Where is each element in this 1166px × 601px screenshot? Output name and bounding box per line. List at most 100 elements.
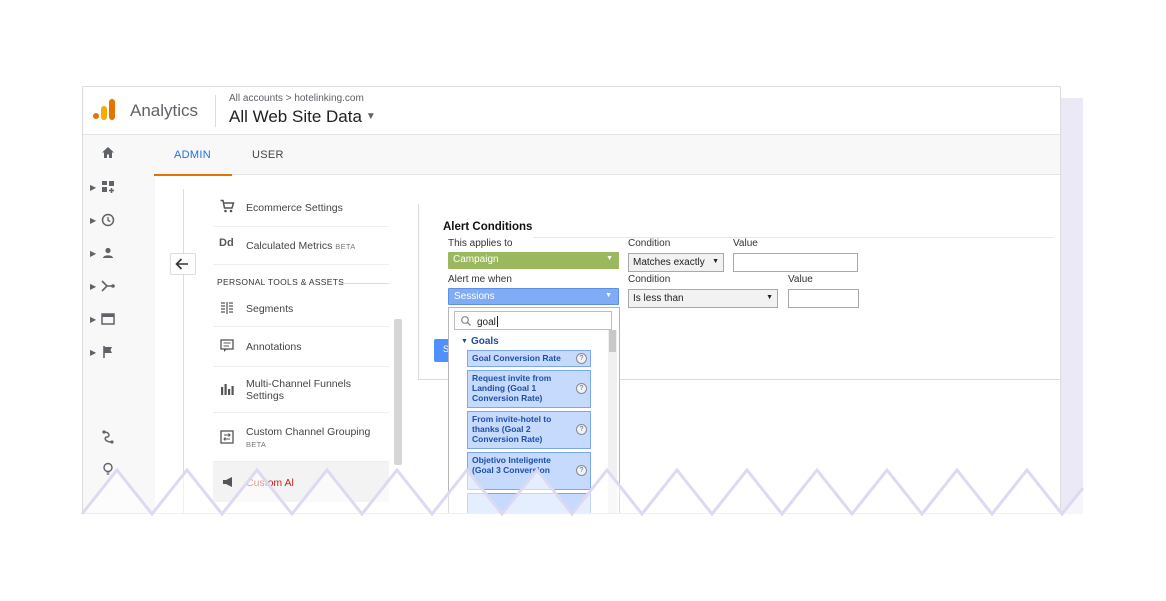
- goal-option-label: Goal Conversion Rate: [472, 353, 561, 363]
- background-decoration: [1060, 98, 1083, 514]
- nav-attribution[interactable]: [83, 427, 155, 451]
- menu-custom-channel-grouping[interactable]: Custom Channel Grouping BETA: [213, 413, 389, 462]
- alert-conditions-title: Alert Conditions: [443, 221, 533, 233]
- caret-down-icon: ▼: [365, 111, 376, 122]
- section-title: PERSONAL TOOLS & ASSETS: [217, 277, 345, 287]
- applies-to-dropdown[interactable]: Campaign ▼: [448, 252, 619, 269]
- expand-arrow-icon: ▶: [90, 183, 97, 192]
- left-nav-rail: ▶ ▶ ▶ ▶ ▶ ▶: [83, 135, 155, 513]
- condition-select-1[interactable]: Matches exactly ▼: [628, 253, 724, 272]
- caret-down-icon: ▼: [605, 292, 612, 299]
- menu-multi-channel-funnels[interactable]: Multi-Channel Funnels Settings: [213, 367, 389, 413]
- dashboard-icon: [102, 181, 114, 193]
- menu-annotations[interactable]: Annotations: [213, 327, 389, 367]
- caret-down-icon: ▼: [766, 294, 773, 301]
- goal-option-label: From invite-hotel to thanks (Goal 2 Conv…: [472, 414, 552, 444]
- menu-calculated-metrics[interactable]: Dd Calculated Metrics BETA: [213, 227, 389, 265]
- behavior-icon: [101, 313, 115, 325]
- nav-customization[interactable]: ▶: [83, 177, 155, 201]
- segments-icon: [221, 302, 233, 314]
- clock-icon: [101, 213, 115, 227]
- expand-arrow-icon: ▶: [90, 249, 97, 258]
- property-name: All Web Site Data: [229, 107, 362, 126]
- caret-down-icon: ▼: [606, 255, 613, 262]
- alert-when-dropdown[interactable]: Sessions ▼: [448, 288, 619, 305]
- annotation-icon: [220, 339, 234, 352]
- back-button[interactable]: [170, 253, 196, 275]
- condition-label-1: Condition: [628, 238, 671, 249]
- help-icon[interactable]: ?: [576, 383, 587, 394]
- menu-label-text: Custom Channel Grouping: [246, 426, 371, 438]
- caret-down-icon: ▼: [712, 258, 719, 265]
- goal-option[interactable]: Request invite from Landing (Goal 1 Conv…: [467, 370, 591, 408]
- nav-realtime[interactable]: ▶: [83, 210, 155, 234]
- condition-select-2[interactable]: Is less than ▼: [628, 289, 778, 308]
- nav-audience[interactable]: ▶: [83, 243, 155, 267]
- beta-badge: BETA: [335, 242, 356, 251]
- menu-label: Multi-Channel Funnels Settings: [246, 378, 352, 402]
- value-label-1: Value: [733, 238, 758, 249]
- popup-scroll-thumb[interactable]: [609, 330, 616, 352]
- menu-ecommerce-settings[interactable]: Ecommerce Settings: [213, 189, 389, 227]
- condition-label-2: Condition: [628, 274, 671, 285]
- goals-group-label: Goals: [470, 336, 499, 347]
- menu-label: Ecommerce Settings: [246, 202, 343, 214]
- bar-chart-icon: [221, 384, 234, 395]
- value-input-2[interactable]: [788, 289, 859, 308]
- admin-tab-bar: ADMIN USER: [155, 135, 1060, 175]
- applies-to-label: This applies to: [448, 238, 513, 249]
- goal-option[interactable]: Goal Conversion Rate ?: [467, 350, 591, 367]
- goal-option-label: Request invite from Landing (Goal 1 Conv…: [472, 373, 552, 403]
- arrow-left-icon: [175, 258, 188, 270]
- search-icon: [461, 316, 471, 326]
- app-title: Analytics: [130, 101, 199, 120]
- title-divider: [533, 237, 1053, 238]
- nav-acquisition[interactable]: ▶: [83, 276, 155, 300]
- condition-1-value: Matches exactly: [633, 257, 705, 268]
- menu-label-text: Calculated Metrics: [246, 240, 333, 252]
- value-input-1[interactable]: [733, 253, 858, 272]
- analytics-logo-icon[interactable]: [93, 97, 115, 121]
- goals-group[interactable]: ▼ Goals: [461, 336, 499, 347]
- nav-home[interactable]: [83, 143, 155, 167]
- home-icon: [102, 147, 114, 158]
- menu-segments[interactable]: Segments: [213, 289, 389, 327]
- metric-search-input[interactable]: goal: [454, 311, 612, 330]
- menu-label: Calculated Metrics BETA: [246, 240, 356, 253]
- section-divider: [340, 283, 389, 284]
- value-label-2: Value: [788, 274, 813, 285]
- condition-2-value: Is less than: [633, 293, 684, 304]
- person-icon: [103, 247, 113, 258]
- menu-label: Annotations: [246, 341, 302, 353]
- nav-conversions[interactable]: ▶: [83, 342, 155, 366]
- channel-grouping-icon: [220, 430, 234, 444]
- goal-option[interactable]: From invite-hotel to thanks (Goal 2 Conv…: [467, 411, 591, 449]
- nav-behavior[interactable]: ▶: [83, 309, 155, 333]
- alert-when-value: Sessions: [454, 291, 495, 302]
- flag-icon: [103, 346, 112, 358]
- applies-to-value: Campaign: [453, 254, 499, 265]
- beta-badge: BETA: [246, 440, 267, 449]
- alert-when-label: Alert me when: [448, 274, 512, 285]
- active-tab-indicator: [154, 174, 232, 176]
- acquisition-icon: [101, 280, 115, 292]
- expand-arrow-icon: ▶: [90, 315, 97, 324]
- help-icon[interactable]: ?: [576, 353, 587, 364]
- expand-arrow-icon: ▶: [90, 282, 97, 291]
- expand-arrow-icon: ▶: [90, 216, 97, 225]
- menu-label: Custom Channel Grouping BETA: [246, 426, 370, 451]
- admin-menu-scrollbar[interactable]: [394, 319, 402, 465]
- search-value: goal: [477, 317, 496, 328]
- breadcrumb[interactable]: All accounts > hotelinking.com: [229, 93, 364, 104]
- tab-admin[interactable]: ADMIN: [174, 149, 211, 161]
- zigzag-decoration: [80, 467, 1085, 522]
- header-divider: [215, 95, 216, 127]
- property-selector[interactable]: All Web Site Data ▼: [229, 107, 376, 127]
- tab-user[interactable]: USER: [252, 149, 284, 161]
- attribution-icon: [102, 430, 114, 444]
- analytics-window: Analytics All accounts > hotelinking.com…: [82, 86, 1061, 514]
- menu-label: Segments: [246, 303, 294, 315]
- app-header: Analytics All accounts > hotelinking.com…: [83, 87, 1060, 135]
- calculated-metrics-icon: Dd: [219, 237, 234, 249]
- help-icon[interactable]: ?: [576, 424, 587, 435]
